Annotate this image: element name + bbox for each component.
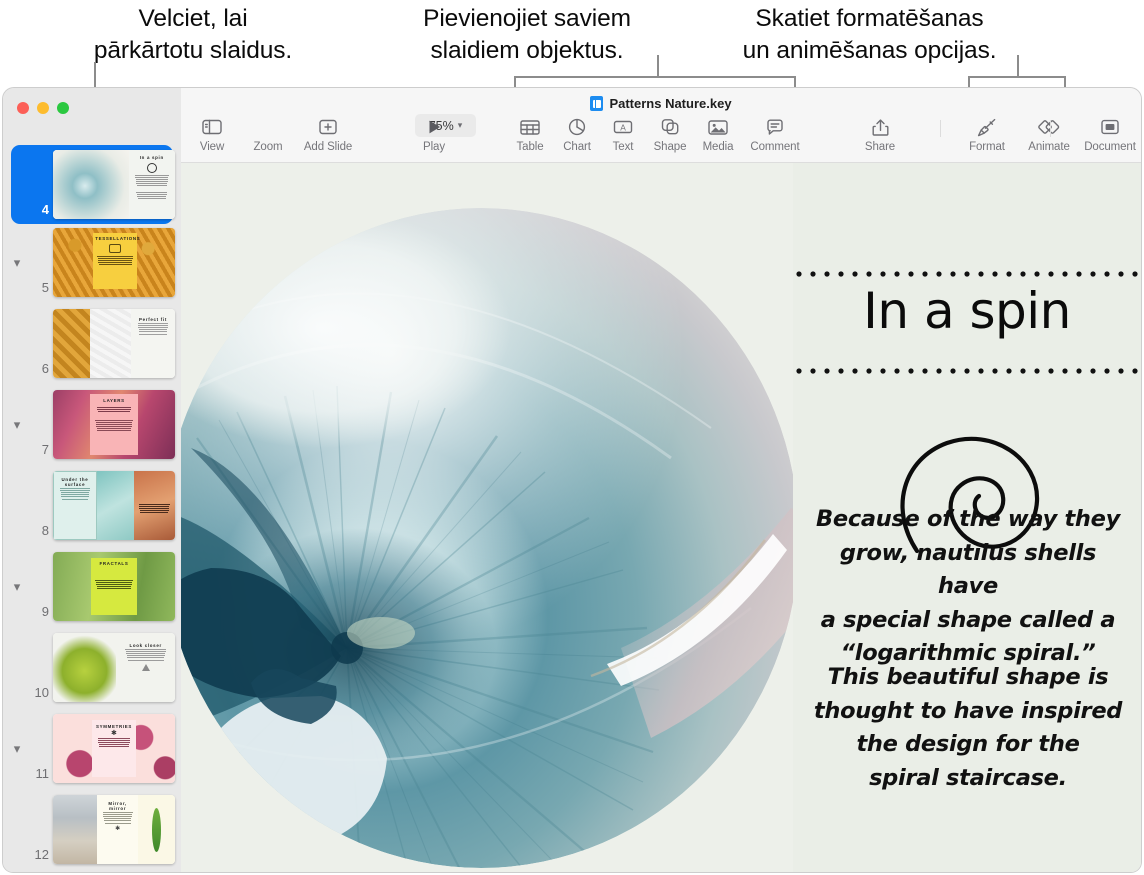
- slide-thumbnail-image[interactable]: In a spin: [53, 150, 175, 219]
- minimize-button[interactable]: [37, 102, 49, 114]
- callout-bracket-2: [514, 76, 796, 88]
- callout-format-animate-text: Skatiet formatēšanas un animēšanas opcij…: [712, 3, 1027, 68]
- slide-thumbnail-6[interactable]: 6 Perfect fit: [3, 309, 181, 378]
- toolbar-separator: [1050, 120, 1051, 137]
- callout-add-objects-text: Pievienojiet saviem slaidiem objektus.: [382, 3, 672, 68]
- slide-body-paragraph-1[interactable]: Because of the way they grow, nautilus s…: [807, 503, 1129, 671]
- toolbar: Patterns Nature.key View75%▾ZoomAdd Slid…: [181, 88, 1141, 163]
- diamond-stack-icon: [1018, 116, 1080, 138]
- slide-thumbnail-5[interactable]: ▾5 TESSELLATIONS: [3, 228, 181, 297]
- toolbar-item-zoom[interactable]: Zoom: [237, 116, 299, 153]
- toolbar-item-play[interactable]: Play: [403, 116, 465, 153]
- toolbar-label-document: Document: [1079, 141, 1141, 153]
- chevron-down-icon[interactable]: ▾: [3, 579, 31, 595]
- dotted-rule-bottom: [793, 368, 1141, 374]
- keynote-document-icon: [590, 96, 603, 111]
- slide-number-label: 8: [31, 523, 49, 540]
- slide-thumbnail-image[interactable]: LAYERS: [53, 390, 175, 459]
- toolbar-label-animate: Animate: [1018, 141, 1080, 153]
- slide-thumbnail-image[interactable]: Mirror, mirror ✱: [53, 795, 175, 864]
- toolbar-item-animate[interactable]: Animate: [1018, 116, 1080, 153]
- slide-navigator-sidebar[interactable]: 4 In a spin ▾5 TESSELLATIONS 6 Perfect f…: [3, 88, 181, 872]
- slide-thumbnail-image[interactable]: Look closer: [53, 633, 175, 702]
- toolbar-item-format[interactable]: Format: [956, 116, 1018, 153]
- slide-thumbnail-11[interactable]: ▾11 SYMMETRIES✱: [3, 714, 181, 783]
- toolbar-label-zoom: Zoom: [237, 141, 299, 153]
- slide-number-label: 9: [31, 604, 49, 621]
- slide-thumbnail-image[interactable]: Perfect fit: [53, 309, 175, 378]
- toolbar-items: View75%▾ZoomAdd SlidePlayTableChartAText…: [181, 116, 1141, 162]
- slide-number-label: 4: [31, 202, 49, 219]
- slide-thumbnail-7[interactable]: ▾7 LAYERS: [3, 390, 181, 459]
- toolbar-separator: [940, 120, 941, 137]
- slide-number-label: 6: [31, 361, 49, 378]
- toolbar-item-document[interactable]: Document: [1079, 116, 1141, 153]
- toolbar-item-add-slide[interactable]: Add Slide: [297, 116, 359, 153]
- slide-thumbnail-image[interactable]: Under the surface: [53, 471, 175, 540]
- sidebar-panel-icon: [181, 116, 243, 138]
- chevron-down-icon[interactable]: ▾: [3, 741, 31, 757]
- paintbrush-icon: [956, 116, 1018, 138]
- callout-leader-line-2: [657, 55, 659, 77]
- toolbar-label-add-slide: Add Slide: [297, 141, 359, 153]
- slide-number-label: 5: [31, 280, 49, 297]
- document-title-bar: Patterns Nature.key: [181, 96, 1141, 111]
- callout-bracket-3: [968, 76, 1066, 88]
- document-frame-icon: [1079, 116, 1141, 138]
- window-controls: [17, 102, 69, 114]
- slide-thumbnail-10[interactable]: 10 Look closer: [3, 633, 181, 702]
- slide-thumbnail-9[interactable]: ▾9 FRACTALS: [3, 552, 181, 621]
- close-button[interactable]: [17, 102, 29, 114]
- toolbar-label-share: Share: [849, 141, 911, 153]
- slide-thumbnail-image[interactable]: TESSELLATIONS: [53, 228, 175, 297]
- plus-box-icon: [297, 116, 359, 138]
- document-title-label: Patterns Nature.key: [609, 96, 731, 111]
- slide-text-panel[interactable]: In a spin: [793, 163, 1141, 872]
- slide-title[interactable]: In a spin: [793, 286, 1141, 336]
- slide-number-label: 7: [31, 442, 49, 459]
- slide-body-paragraph-2[interactable]: This beautiful shape is thought to have …: [807, 661, 1129, 795]
- toolbar-item-share[interactable]: Share: [849, 116, 911, 153]
- toolbar-label-media: Media: [687, 141, 749, 153]
- slide-thumbnail-image[interactable]: FRACTALS: [53, 552, 175, 621]
- toolbar-item-comment[interactable]: Comment: [744, 116, 806, 153]
- slide-thumbnail-list[interactable]: 4 In a spin ▾5 TESSELLATIONS 6 Perfect f…: [3, 150, 181, 872]
- slide-thumbnail-8[interactable]: 8 Under the surface: [3, 471, 181, 540]
- toolbar-item-view[interactable]: View: [181, 116, 243, 153]
- slide-thumbnail-image[interactable]: SYMMETRIES✱: [53, 714, 175, 783]
- slide-thumbnail-4[interactable]: 4 In a spin: [3, 150, 181, 219]
- callout-leader-line-3: [1017, 55, 1019, 77]
- callout-drag-reorder-text: Velciet, lai pārkārtotu slaidus.: [58, 3, 328, 68]
- toolbar-label-view: View: [181, 141, 243, 153]
- dotted-rule-top: [793, 271, 1141, 277]
- slide-number-label: 12: [31, 847, 49, 864]
- keynote-window: 4 In a spin ▾5 TESSELLATIONS 6 Perfect f…: [3, 88, 1141, 872]
- toolbar-label-play: Play: [403, 141, 465, 153]
- chevron-down-icon[interactable]: ▾: [3, 255, 31, 271]
- toolbar-item-media[interactable]: Media: [687, 116, 749, 153]
- chevron-down-icon[interactable]: ▾: [3, 417, 31, 433]
- photo-image-icon: [687, 116, 749, 138]
- slide-number-label: 11: [31, 766, 49, 783]
- speech-bubble-icon: [744, 116, 806, 138]
- share-upload-icon: [849, 116, 911, 138]
- maximize-button[interactable]: [57, 102, 69, 114]
- slide-number-label: 10: [31, 685, 49, 702]
- play-triangle-icon: [403, 116, 465, 138]
- slide-thumbnail-12[interactable]: 12 Mirror, mirror ✱: [3, 795, 181, 864]
- toolbar-label-comment: Comment: [744, 141, 806, 153]
- nautilus-shell-photo[interactable]: [181, 163, 793, 872]
- slide-canvas[interactable]: In a spin: [181, 163, 1141, 872]
- svg-text:A: A: [620, 123, 626, 133]
- toolbar-label-format: Format: [956, 141, 1018, 153]
